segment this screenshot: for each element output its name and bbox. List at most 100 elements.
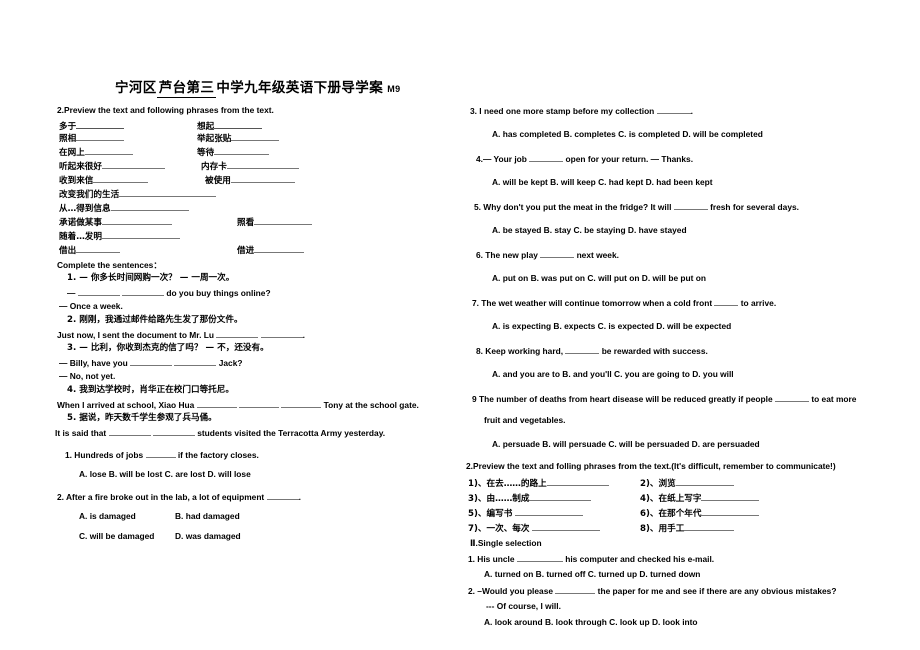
phrase-right-1: 举起张贴 (197, 133, 280, 144)
phrase-blank[interactable] (226, 161, 299, 169)
right-section2-heading: 2.Preview the text and folling phrases f… (466, 461, 836, 471)
right-phrase-left-0: 1)、在去……的路上 (468, 478, 609, 489)
phrase-blank[interactable] (532, 523, 601, 531)
single-sel-2-stem-line2: --- Of course, I will. (486, 601, 561, 611)
phrase-right-7: 照看 (237, 217, 313, 228)
answer-blank[interactable] (281, 400, 322, 408)
right-phrase-right-1: 4)、在纸上写字 (640, 493, 760, 504)
phrase-blank[interactable] (675, 478, 734, 486)
right-phrase-left-1: 3)、由……制成 (468, 493, 592, 504)
answer-blank[interactable] (145, 450, 176, 458)
phrase-right-2: 等待 (197, 147, 270, 158)
phrase-blank[interactable] (76, 120, 125, 129)
answer-blank[interactable] (238, 400, 279, 408)
left-mcq-1-options[interactable]: A. lose B. will be lost C. are lost D. w… (79, 470, 251, 479)
single-sel-2-options[interactable]: A. look around B. look through C. look u… (484, 618, 698, 627)
answer-blank[interactable] (152, 428, 195, 436)
left-mcq-2-option-d[interactable]: D. was damaged (175, 532, 241, 541)
answer-blank[interactable] (130, 358, 173, 366)
answer-blank[interactable] (774, 394, 809, 402)
phrase-blank[interactable] (84, 147, 133, 155)
phrase-blank[interactable] (101, 231, 180, 239)
answer-blank[interactable] (714, 298, 739, 306)
complete-item-5-en: It is said that students visited the Ter… (55, 428, 386, 438)
phrase-blank[interactable] (101, 161, 165, 169)
phrase-blank[interactable] (119, 189, 217, 197)
right-q8-stem: 8. Keep working hard, be rewarded with s… (476, 346, 708, 356)
answer-blank[interactable] (673, 202, 708, 210)
phrase-blank[interactable] (515, 508, 584, 516)
answer-blank[interactable] (266, 492, 299, 500)
right-phrase-right-0: 2)、浏览 (640, 478, 734, 489)
right-q9-options[interactable]: A. persuade B. will persuade C. will be … (492, 440, 760, 449)
right-q4-options[interactable]: A. will be kept B. will keep C. had kept… (492, 178, 713, 187)
right-q6-options[interactable]: A. put on B. was put on C. will put on D… (492, 274, 706, 283)
answer-blank[interactable] (216, 330, 259, 338)
page-title: 宁河区 芦台第三 中学九年级英语下册导学案 M9 (115, 76, 401, 98)
answer-blank[interactable] (555, 586, 596, 594)
complete-item-3-answer: — No, not yet. (59, 371, 116, 381)
phrase-blank[interactable] (254, 217, 313, 225)
phrase-left-9: 借出 (59, 245, 121, 256)
right-q3-options[interactable]: A. has completed B. completes C. is comp… (492, 130, 763, 139)
phrase-blank[interactable] (230, 175, 295, 183)
phrase-left-8: 随着…发明 (59, 231, 180, 242)
left-mcq-2-option-a[interactable]: A. is damaged (79, 512, 136, 521)
single-sel-1-options[interactable]: A. turned on B. turned off C. turned up … (484, 570, 700, 579)
title-prefix: 宁河区 (115, 80, 157, 95)
phrase-blank[interactable] (93, 175, 149, 183)
phrase-blank[interactable] (546, 478, 609, 486)
phrase-blank[interactable] (701, 493, 760, 501)
answer-blank[interactable] (529, 154, 564, 162)
answer-blank[interactable] (540, 250, 575, 258)
phrase-blank[interactable] (254, 245, 305, 253)
answer-blank[interactable] (565, 346, 600, 354)
right-q7-stem: 7. The wet weather will continue tomorro… (472, 298, 777, 308)
worksheet-page: 宁河区 芦台第三 中学九年级英语下册导学案 M9 2.Preview the tex… (0, 0, 920, 650)
right-q4-stem: 4.— Your job open for your return. — Tha… (476, 154, 694, 164)
phrase-blank[interactable] (529, 493, 592, 501)
left-mcq-1-stem: 1. Hundreds of jobs if the factory close… (65, 450, 259, 460)
phrase-blank[interactable] (110, 203, 189, 211)
right-q8-options[interactable]: A. and you are to B. and you'll C. you a… (492, 370, 734, 379)
title-school-blank: 芦台第三 (156, 76, 217, 98)
right-phrase-right-3: 8)、用手工 (640, 523, 735, 534)
left-mcq-2-option-c[interactable]: C. will be damaged (79, 532, 154, 541)
left-mcq-2-option-b[interactable]: B. had damaged (175, 512, 240, 521)
phrase-left-4: 收到来信 (59, 175, 149, 186)
answer-blank[interactable] (77, 288, 120, 296)
phrase-left-5: 改变我们的生活 (59, 189, 217, 200)
answer-blank[interactable] (656, 106, 691, 114)
phrase-blank[interactable] (231, 133, 280, 141)
single-sel-1-stem: 1. His uncle his computer and checked hi… (468, 554, 715, 564)
answer-blank[interactable] (516, 554, 563, 562)
phrase-blank[interactable] (76, 133, 125, 141)
complete-item-3-en: — Billy, have you Jack? (59, 358, 243, 368)
answer-blank[interactable] (122, 288, 165, 296)
phrase-blank[interactable] (214, 120, 263, 129)
complete-item-2-en: Just now, I sent the document to Mr. Lu … (57, 330, 305, 340)
complete-item-1-answer: — Once a week. (59, 301, 123, 311)
phrase-left-0: 多于 (59, 120, 125, 132)
phrase-blank[interactable] (101, 217, 172, 225)
phrase-left-3: 听起来很好 (59, 161, 165, 172)
complete-item-1-en: — do you buy things online? (67, 288, 271, 298)
phrase-blank[interactable] (701, 508, 760, 516)
answer-blank[interactable] (260, 330, 303, 338)
right-q7-options[interactable]: A. is expecting B. expects C. is expecte… (492, 322, 731, 331)
right-q5-options[interactable]: A. be stayed B. stay C. be staying D. ha… (492, 226, 687, 235)
phrase-left-7: 承诺做某事 (59, 217, 172, 228)
phrase-blank[interactable] (76, 245, 121, 253)
right-phrase-left-2: 5)、编写书 (468, 508, 584, 519)
complete-sentences-heading: Complete the sentences： (57, 260, 162, 270)
right-q9-stem-line2: fruit and vegetables. (484, 415, 566, 425)
phrase-blank[interactable] (684, 523, 735, 531)
answer-blank[interactable] (108, 428, 151, 436)
answer-blank[interactable] (196, 400, 237, 408)
complete-item-5-cn: 5. 据说，昨天数千学生参观了兵马俑。 (67, 413, 217, 423)
complete-item-3-cn: 3. — 比利，你收到杰克的信了吗？ — 不，还没有。 (67, 343, 269, 353)
answer-blank[interactable] (174, 358, 217, 366)
phrase-blank[interactable] (214, 147, 270, 155)
complete-item-1-cn: 1. — 你多长时间网购一次？ — 一周一次。 (67, 273, 235, 283)
phrase-right-9: 借进 (237, 245, 305, 256)
